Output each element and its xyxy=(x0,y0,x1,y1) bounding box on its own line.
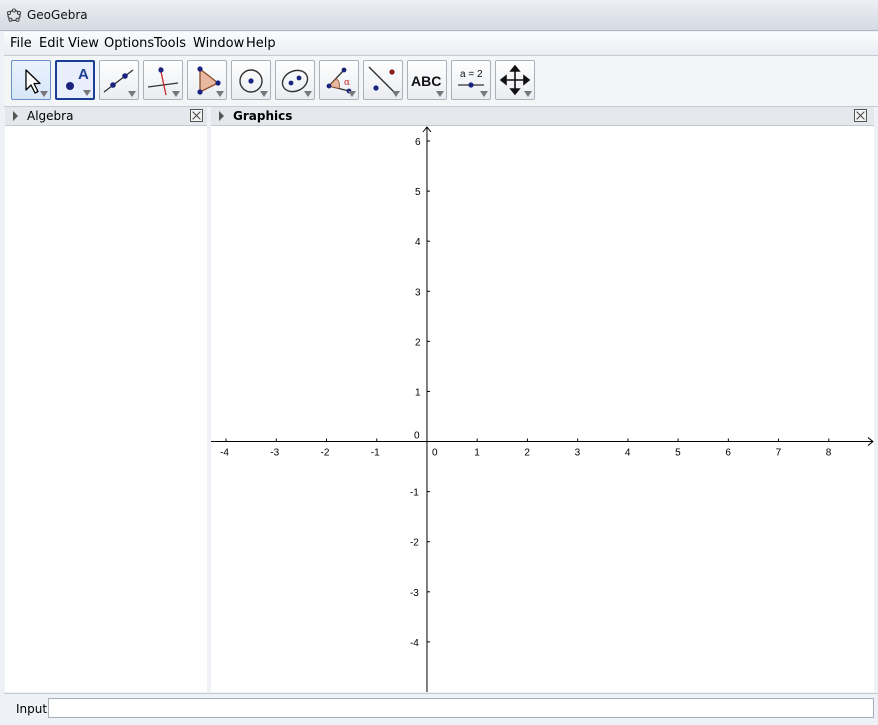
tool-dropdown-icon xyxy=(304,91,312,97)
algebra-panel-title: Algebra xyxy=(27,109,74,123)
y-tick-label: 0 xyxy=(414,431,420,442)
x-tick-label: 2 xyxy=(524,448,530,459)
input-bar: Input: xyxy=(4,693,878,725)
menu-edit[interactable]: Edit xyxy=(39,36,64,51)
x-tick-label: -3 xyxy=(270,448,279,459)
point-label-text: A xyxy=(78,66,89,83)
line-tool-button[interactable] xyxy=(99,60,139,100)
window-title-bar: GeoGebra xyxy=(0,0,878,31)
menu-window[interactable]: Window xyxy=(193,36,244,51)
graphics-view[interactable]: -4 -3 -2 -1 0 1 2 3 4 5 6 7 8 6 5 4 3 2 1 0 -1 -2 -3 -4 xyxy=(211,126,874,692)
collapse-arrow-icon[interactable] xyxy=(13,111,18,121)
x-tick-label: 8 xyxy=(826,448,832,459)
graphics-close-button[interactable] xyxy=(854,109,867,122)
tool-dropdown-icon xyxy=(392,91,400,97)
menu-options[interactable]: Options xyxy=(104,36,154,51)
x-tick-label: 7 xyxy=(776,448,782,459)
move-tool-button[interactable] xyxy=(11,60,51,100)
tool-dropdown-icon xyxy=(436,91,444,97)
insert-text-label: ABC xyxy=(411,73,441,89)
y-tick-label: 4 xyxy=(415,237,421,248)
perpendicular-tool-button[interactable] xyxy=(143,60,183,100)
tool-dropdown-icon xyxy=(172,91,180,97)
x-tick-label: -1 xyxy=(371,448,380,459)
x-tick-label: -4 xyxy=(220,448,229,459)
y-tick-label: 5 xyxy=(415,187,421,198)
y-tick-label: -3 xyxy=(410,588,419,599)
input-field[interactable] xyxy=(48,698,874,718)
y-tick-label: 6 xyxy=(415,137,421,148)
tool-dropdown-icon xyxy=(260,91,268,97)
angle-tool-button[interactable]: α xyxy=(319,60,359,100)
polygon-tool-button[interactable] xyxy=(187,60,227,100)
menu-file[interactable]: File xyxy=(10,36,32,51)
slider-tool-button[interactable]: a = 2 xyxy=(451,60,491,100)
y-tick-label: 2 xyxy=(415,337,421,348)
algebra-view[interactable] xyxy=(5,126,208,692)
menu-view[interactable]: View xyxy=(68,36,99,51)
tool-dropdown-icon xyxy=(216,91,224,97)
y-tick-label: -1 xyxy=(410,488,419,499)
tool-dropdown-icon xyxy=(480,91,488,97)
y-tick-label: 3 xyxy=(415,287,421,298)
collapse-arrow-icon[interactable] xyxy=(219,111,224,121)
window-title: GeoGebra xyxy=(27,8,88,22)
x-tick-label: -2 xyxy=(321,448,330,459)
geogebra-logo-icon xyxy=(6,8,21,22)
graphics-panel-title: Graphics xyxy=(233,109,293,123)
tool-dropdown-icon xyxy=(348,91,356,97)
x-tick-label: 1 xyxy=(474,448,480,459)
menu-help[interactable]: Help xyxy=(246,36,276,51)
tool-dropdown-icon xyxy=(128,91,136,97)
slider-label: a = 2 xyxy=(460,69,483,80)
angle-alpha-text: α xyxy=(344,78,350,88)
x-tick-label: 4 xyxy=(625,448,631,459)
y-tick-label: -4 xyxy=(410,638,419,649)
menu-tools[interactable]: Tools xyxy=(154,36,186,51)
tool-dropdown-icon xyxy=(524,91,532,97)
input-label: Input: xyxy=(16,702,52,716)
x-tick-label: 5 xyxy=(675,448,681,459)
circle-tool-button[interactable] xyxy=(231,60,271,100)
algebra-panel-header: Algebra xyxy=(5,107,207,126)
point-tool-button[interactable]: A xyxy=(55,60,95,100)
conic-tool-button[interactable] xyxy=(275,60,315,100)
menu-bar: File Edit View Options Tools Window Help xyxy=(4,32,878,56)
coordinate-axes: -4 -3 -2 -1 0 1 2 3 4 5 6 7 8 6 5 4 3 2 1 0 -1 -2 -3 -4 xyxy=(211,126,874,692)
x-tick-label: 0 xyxy=(432,448,438,459)
algebra-close-button[interactable] xyxy=(190,109,203,122)
toolbar: A α ABC a = 2 xyxy=(4,56,878,107)
move-graphics-tool-button[interactable] xyxy=(495,60,535,100)
graphics-panel-header: Graphics xyxy=(211,107,874,126)
text-tool-button[interactable]: ABC xyxy=(407,60,447,100)
tool-dropdown-icon xyxy=(83,90,91,96)
reflect-tool-button[interactable] xyxy=(363,60,403,100)
x-tick-label: 3 xyxy=(575,448,581,459)
y-tick-label: 1 xyxy=(415,387,421,398)
x-tick-label: 6 xyxy=(725,448,731,459)
tool-dropdown-icon xyxy=(40,91,48,97)
y-tick-label: -2 xyxy=(410,538,419,549)
